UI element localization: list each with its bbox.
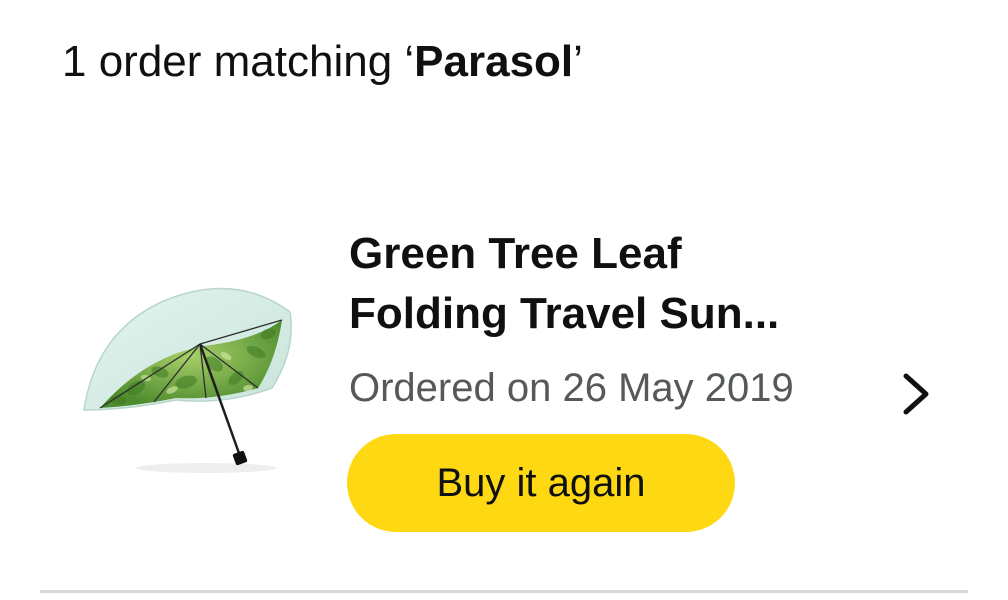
divider [40,590,968,593]
heading-prefix: 1 order matching ‘ [62,37,415,86]
buy-again-button[interactable]: Buy it again [347,434,735,532]
umbrella-product-image[interactable] [76,260,298,482]
heading-suffix: ’ [573,37,583,86]
order-card[interactable]: Green Tree Leaf Folding Travel Sun... Or… [40,200,968,592]
chevron-right-icon[interactable] [898,370,934,418]
product-title-line-2[interactable]: Folding Travel Sun... [349,284,869,344]
umbrella-shadow [136,463,276,473]
umbrella-handle [232,450,248,466]
order-date: Ordered on 26 May 2019 [349,366,794,410]
search-results-heading: 1 order matching ‘Parasol’ [62,36,583,88]
product-title[interactable]: Green Tree Leaf Folding Travel Sun... [349,224,869,344]
search-query-text: Parasol [414,37,574,86]
product-title-line-1[interactable]: Green Tree Leaf [349,224,869,284]
